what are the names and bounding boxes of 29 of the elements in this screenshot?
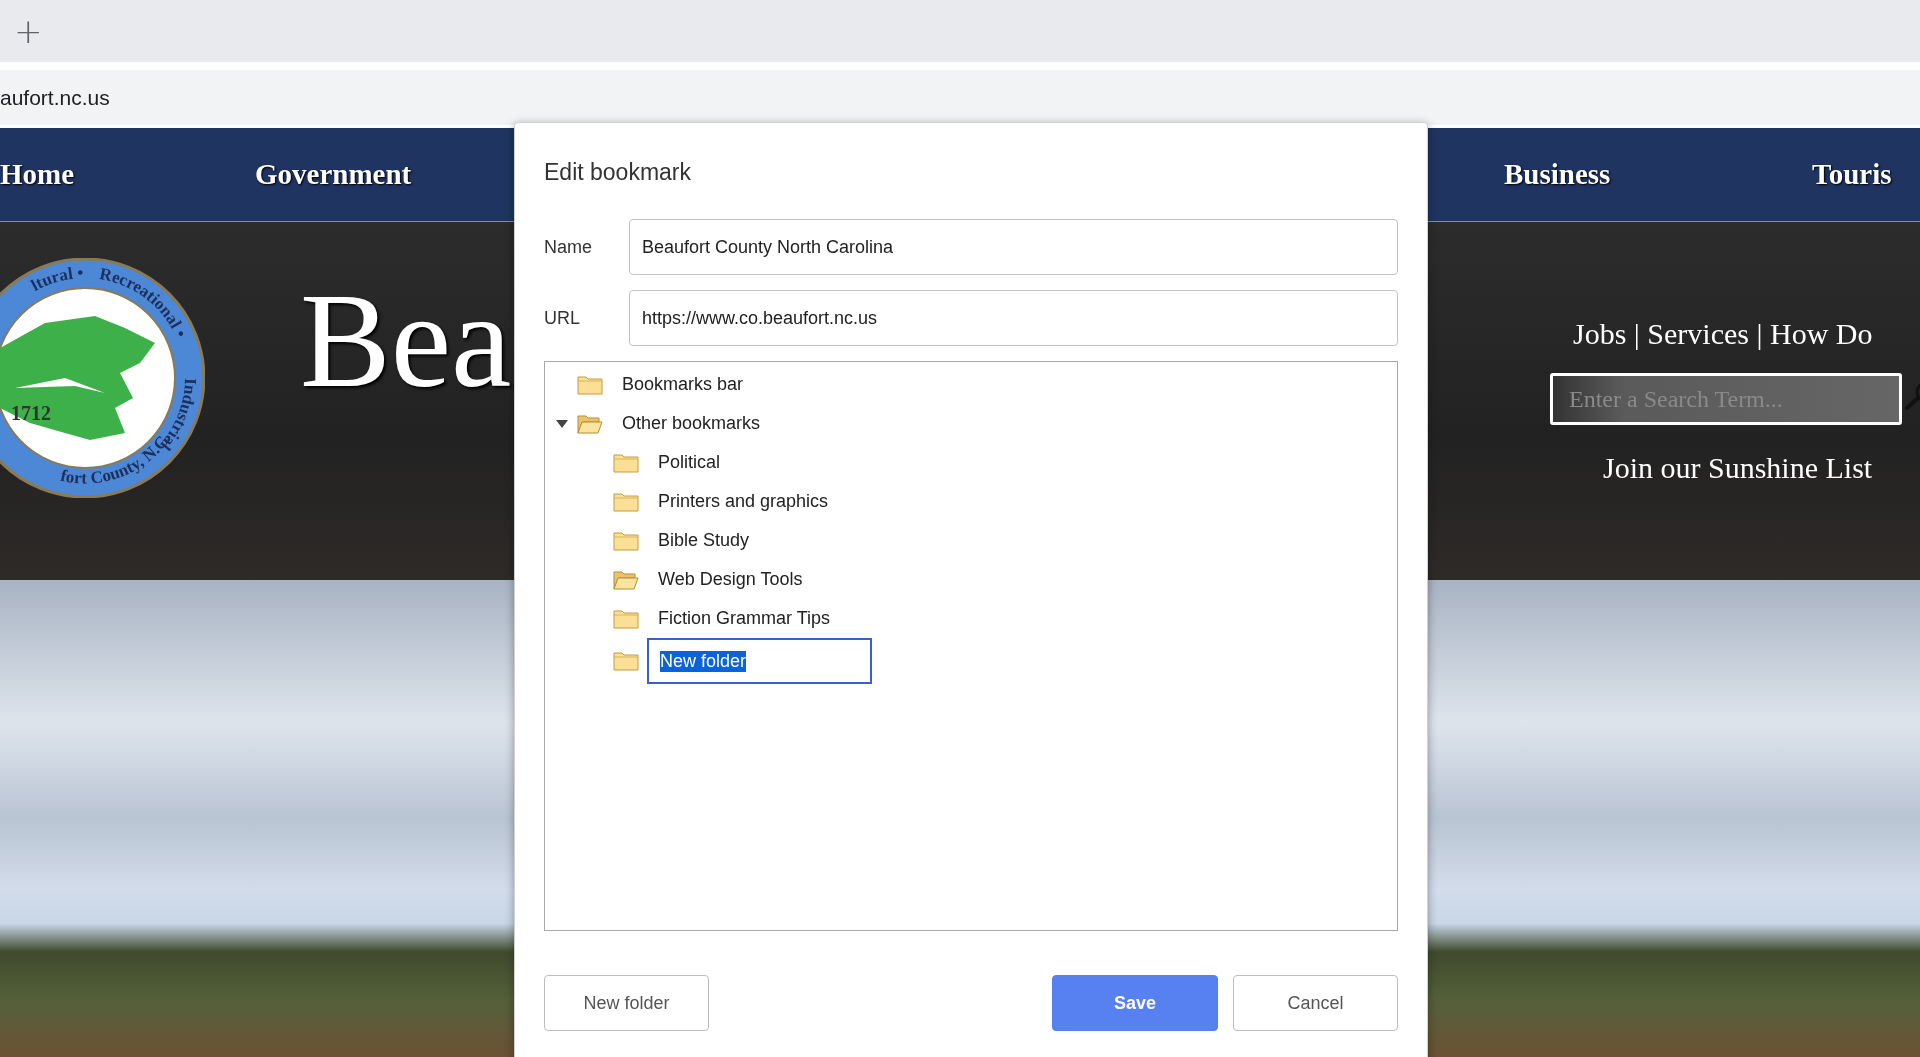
- folder-item[interactable]: Web Design Tools: [658, 569, 803, 590]
- folder-item[interactable]: Bible Study: [658, 530, 750, 551]
- open-folder-icon: [577, 412, 603, 435]
- nav-link[interactable]: Business: [1504, 158, 1812, 191]
- seal-year: 1712: [11, 402, 51, 424]
- text-field[interactable]: https://www.co.beaufort.nc.us: [628, 290, 1398, 346]
- save-button[interactable]: Save: [1052, 975, 1218, 1031]
- quick-links[interactable]: Jobs | Services | How Do: [1550, 317, 1920, 351]
- field-label: URL: [544, 307, 581, 329]
- rename-field[interactable]: New folder: [647, 638, 872, 684]
- new-folder-button[interactable]: New folder: [544, 975, 709, 1031]
- expander-icon[interactable]: [555, 418, 569, 429]
- sunshine-link[interactable]: Join our Sunshine List: [1550, 451, 1920, 485]
- nav-link[interactable]: Home: [0, 158, 255, 191]
- seal-text: ltural •: [27, 263, 84, 295]
- folder-icon: [577, 373, 603, 396]
- folder-item[interactable]: Fiction Grammar Tips: [658, 608, 831, 629]
- folder-item[interactable]: Bookmarks bar: [622, 374, 744, 395]
- folder-item[interactable]: Printers and graphics: [658, 491, 829, 512]
- folder-item[interactable]: Political: [658, 452, 721, 473]
- cancel-button[interactable]: Cancel: [1233, 975, 1398, 1031]
- text-field[interactable]: Beaufort County North Carolina: [628, 219, 1398, 275]
- address-bar-url[interactable]: aufort.nc.us: [0, 85, 110, 110]
- field-label: Name: [544, 236, 593, 258]
- dialog-title: Edit bookmark: [544, 159, 691, 187]
- site-title: Bea: [300, 272, 512, 412]
- folder-item[interactable]: Other bookmarks: [622, 413, 761, 434]
- nav-link[interactable]: Touris: [1812, 158, 1920, 191]
- new-tab-button[interactable]: +: [0, 14, 43, 48]
